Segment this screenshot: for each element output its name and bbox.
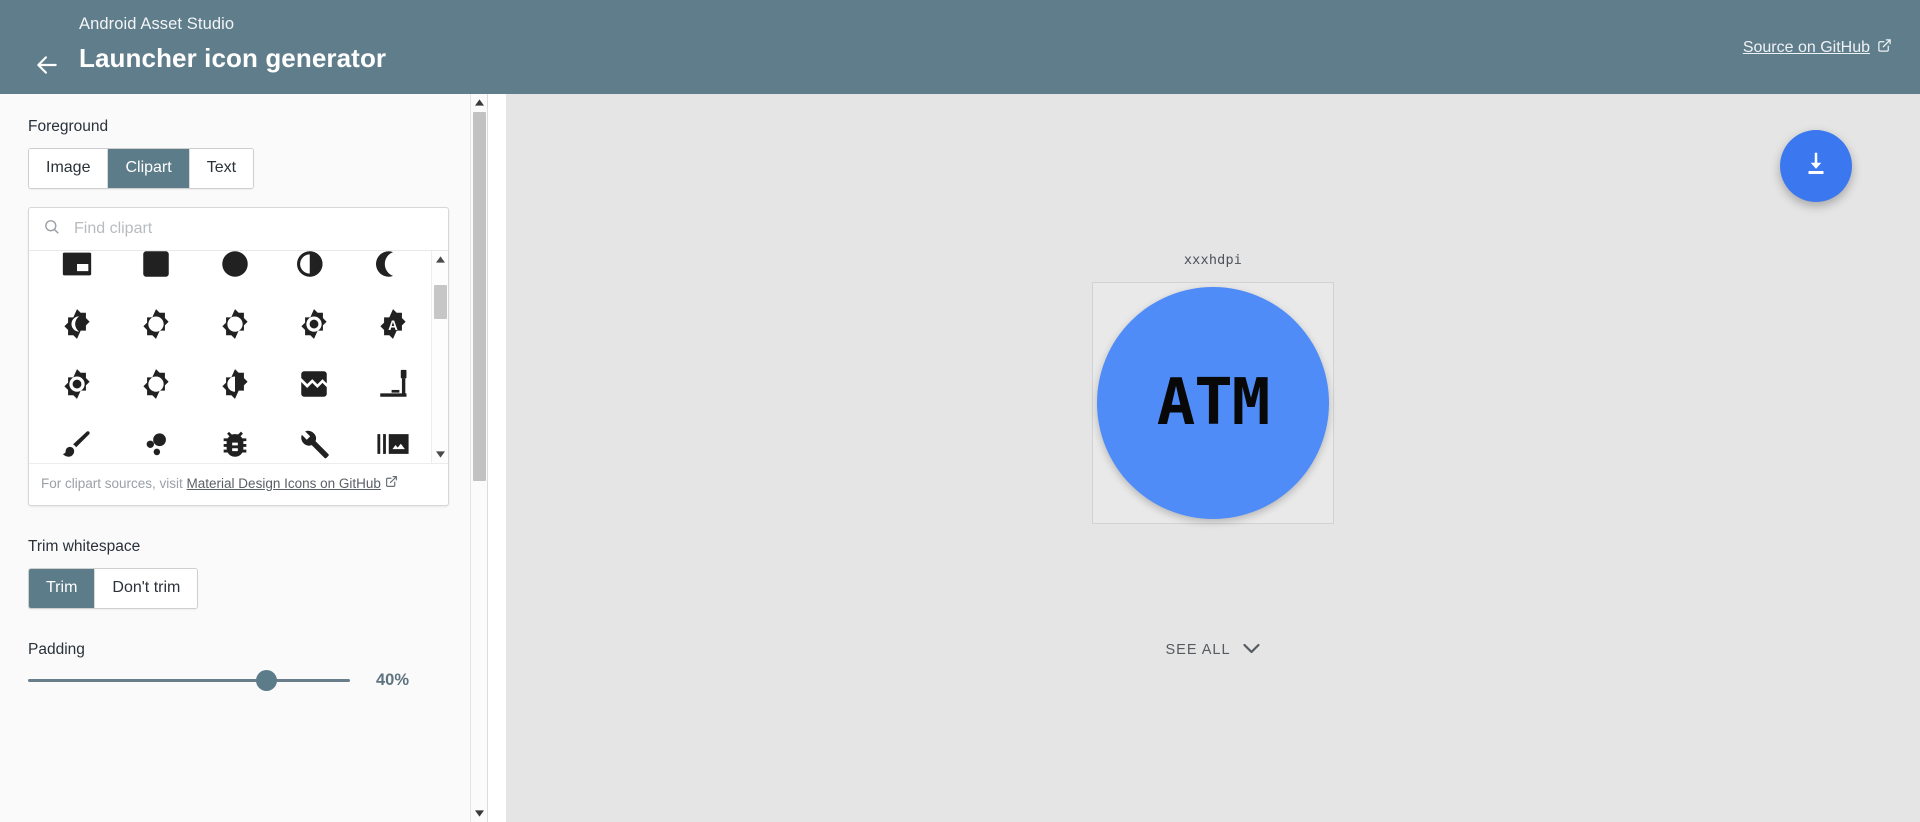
clipart-grid: A bbox=[29, 251, 433, 463]
trim-whitespace-label: Trim whitespace bbox=[28, 538, 141, 555]
options-panel: Foreground Image Clipart Text Find clipa… bbox=[0, 94, 488, 822]
see-all-label: SEE ALL bbox=[1165, 642, 1231, 658]
clipart-item-bubble-chart[interactable] bbox=[116, 417, 195, 463]
icon-preview: xxxhdpi ATM bbox=[1092, 252, 1334, 524]
external-link-icon bbox=[1877, 38, 1892, 58]
material-design-icons-link[interactable]: Material Design Icons on GitHub bbox=[187, 476, 381, 491]
clipart-item-brightness-6[interactable] bbox=[195, 297, 274, 351]
panel-scrollbar-thumb[interactable] bbox=[473, 112, 486, 481]
branding-watermark-icon bbox=[60, 251, 94, 281]
clipart-search-row bbox=[29, 208, 448, 251]
clipart-item-brightness-1[interactable] bbox=[195, 251, 274, 291]
header-titles: Android Asset Studio Launcher icon gener… bbox=[79, 12, 386, 75]
clipart-scroll-up-button[interactable] bbox=[432, 251, 448, 268]
app-supertitle: Android Asset Studio bbox=[79, 15, 235, 33]
clipart-item-broken-image[interactable] bbox=[275, 357, 354, 411]
trim-option-dont-trim[interactable]: Don't trim bbox=[95, 569, 198, 608]
brightness-low-icon bbox=[139, 367, 173, 401]
clipart-item-brightness-3[interactable] bbox=[354, 251, 433, 291]
clipart-item-brightness-1-box[interactable] bbox=[116, 251, 195, 291]
bug-report-icon bbox=[218, 427, 252, 461]
foreground-option-text[interactable]: Text bbox=[189, 149, 254, 188]
broken-image-icon bbox=[297, 367, 331, 401]
clipart-scrollbar[interactable] bbox=[431, 251, 448, 463]
download-icon bbox=[1801, 149, 1831, 184]
brightness-7-icon bbox=[297, 307, 331, 341]
clipart-item-brush-variant[interactable] bbox=[354, 357, 433, 411]
clipart-item-brush[interactable] bbox=[37, 417, 116, 463]
options-panel-scrollbar[interactable] bbox=[470, 94, 487, 822]
brightness-2-icon bbox=[297, 251, 331, 281]
padding-slider[interactable] bbox=[28, 670, 350, 691]
padding-label: Padding bbox=[28, 641, 85, 658]
clipart-grid-scroll-area[interactable]: A bbox=[29, 251, 448, 463]
external-link-icon bbox=[385, 476, 398, 491]
brightness-6-icon bbox=[218, 307, 252, 341]
clipart-picker: A bbox=[28, 207, 449, 506]
icon-circle: ATM bbox=[1097, 287, 1329, 519]
burst-mode-icon bbox=[376, 427, 410, 461]
source-on-github-link[interactable]: Source on GitHub bbox=[1743, 38, 1892, 58]
trim-option-trim[interactable]: Trim bbox=[29, 569, 96, 608]
clipart-scrollbar-thumb[interactable] bbox=[434, 285, 447, 319]
foreground-label: Foreground bbox=[28, 118, 109, 135]
chevron-down-icon bbox=[1243, 642, 1261, 658]
clipart-item-brightness-low[interactable] bbox=[116, 357, 195, 411]
trim-whitespace-group: Trim Don't trim bbox=[28, 568, 199, 609]
clipart-sources-note: For clipart sources, visit Material Desi… bbox=[29, 463, 448, 505]
clipart-item-branding-watermark[interactable] bbox=[37, 251, 116, 291]
brightness-1-icon bbox=[218, 251, 252, 281]
brightness-auto-icon: A bbox=[376, 307, 410, 341]
brush-variant-icon bbox=[376, 367, 410, 401]
padding-value: 40% bbox=[376, 671, 410, 689]
brightness-3-icon bbox=[376, 251, 410, 281]
back-button[interactable] bbox=[30, 48, 64, 82]
clipart-note-prefix: For clipart sources, visit bbox=[41, 476, 187, 491]
brush-icon bbox=[60, 427, 94, 461]
padding-slider-row: 40% bbox=[28, 670, 448, 691]
icon-preview-card[interactable]: ATM bbox=[1092, 282, 1334, 524]
clipart-item-brightness-2[interactable] bbox=[275, 251, 354, 291]
brightness-5-icon bbox=[139, 307, 173, 341]
brightness-medium-icon bbox=[218, 367, 252, 401]
padding-slider-thumb[interactable] bbox=[255, 670, 277, 691]
clipart-item-brightness-7[interactable] bbox=[275, 297, 354, 351]
panel-scroll-up-button[interactable] bbox=[471, 94, 487, 111]
clipart-search-input[interactable] bbox=[72, 219, 434, 239]
clipart-item-build[interactable] bbox=[275, 417, 354, 463]
foreground-option-clipart[interactable]: Clipart bbox=[108, 149, 190, 188]
foreground-type-group: Image Clipart Text bbox=[28, 148, 255, 189]
dpi-label: xxxhdpi bbox=[1183, 252, 1243, 268]
preview-area: xxxhdpi ATM SEE ALL bbox=[506, 94, 1920, 822]
panel-scroll-down-button[interactable] bbox=[471, 805, 487, 822]
download-button[interactable] bbox=[1780, 130, 1852, 202]
svg-text:A: A bbox=[389, 318, 399, 333]
brightness-4-icon bbox=[60, 307, 94, 341]
brightness-1-box-icon bbox=[139, 251, 173, 281]
wrench-icon bbox=[297, 427, 331, 461]
clipart-item-brightness-high[interactable] bbox=[37, 357, 116, 411]
icon-text: ATM bbox=[1156, 366, 1271, 440]
see-all-button[interactable]: SEE ALL bbox=[1165, 642, 1260, 658]
clipart-item-brightness-auto[interactable]: A bbox=[354, 297, 433, 351]
clipart-item-brightness-medium[interactable] bbox=[195, 357, 274, 411]
foreground-option-image[interactable]: Image bbox=[29, 149, 109, 188]
search-icon bbox=[43, 218, 60, 240]
clipart-item-brightness-4[interactable] bbox=[37, 297, 116, 351]
clipart-item-burst-mode[interactable] bbox=[354, 417, 433, 463]
source-link-label: Source on GitHub bbox=[1742, 39, 1870, 56]
clipart-scroll-down-button[interactable] bbox=[432, 446, 448, 463]
brightness-high-icon bbox=[60, 367, 94, 401]
arrow-left-icon bbox=[34, 52, 60, 78]
app-header: Android Asset Studio Launcher icon gener… bbox=[0, 0, 1920, 94]
clipart-item-bug-report[interactable] bbox=[195, 417, 274, 463]
clipart-item-brightness-5[interactable] bbox=[116, 297, 195, 351]
page-title: Launcher icon generator bbox=[79, 43, 387, 73]
bubble-chart-icon bbox=[139, 427, 173, 461]
